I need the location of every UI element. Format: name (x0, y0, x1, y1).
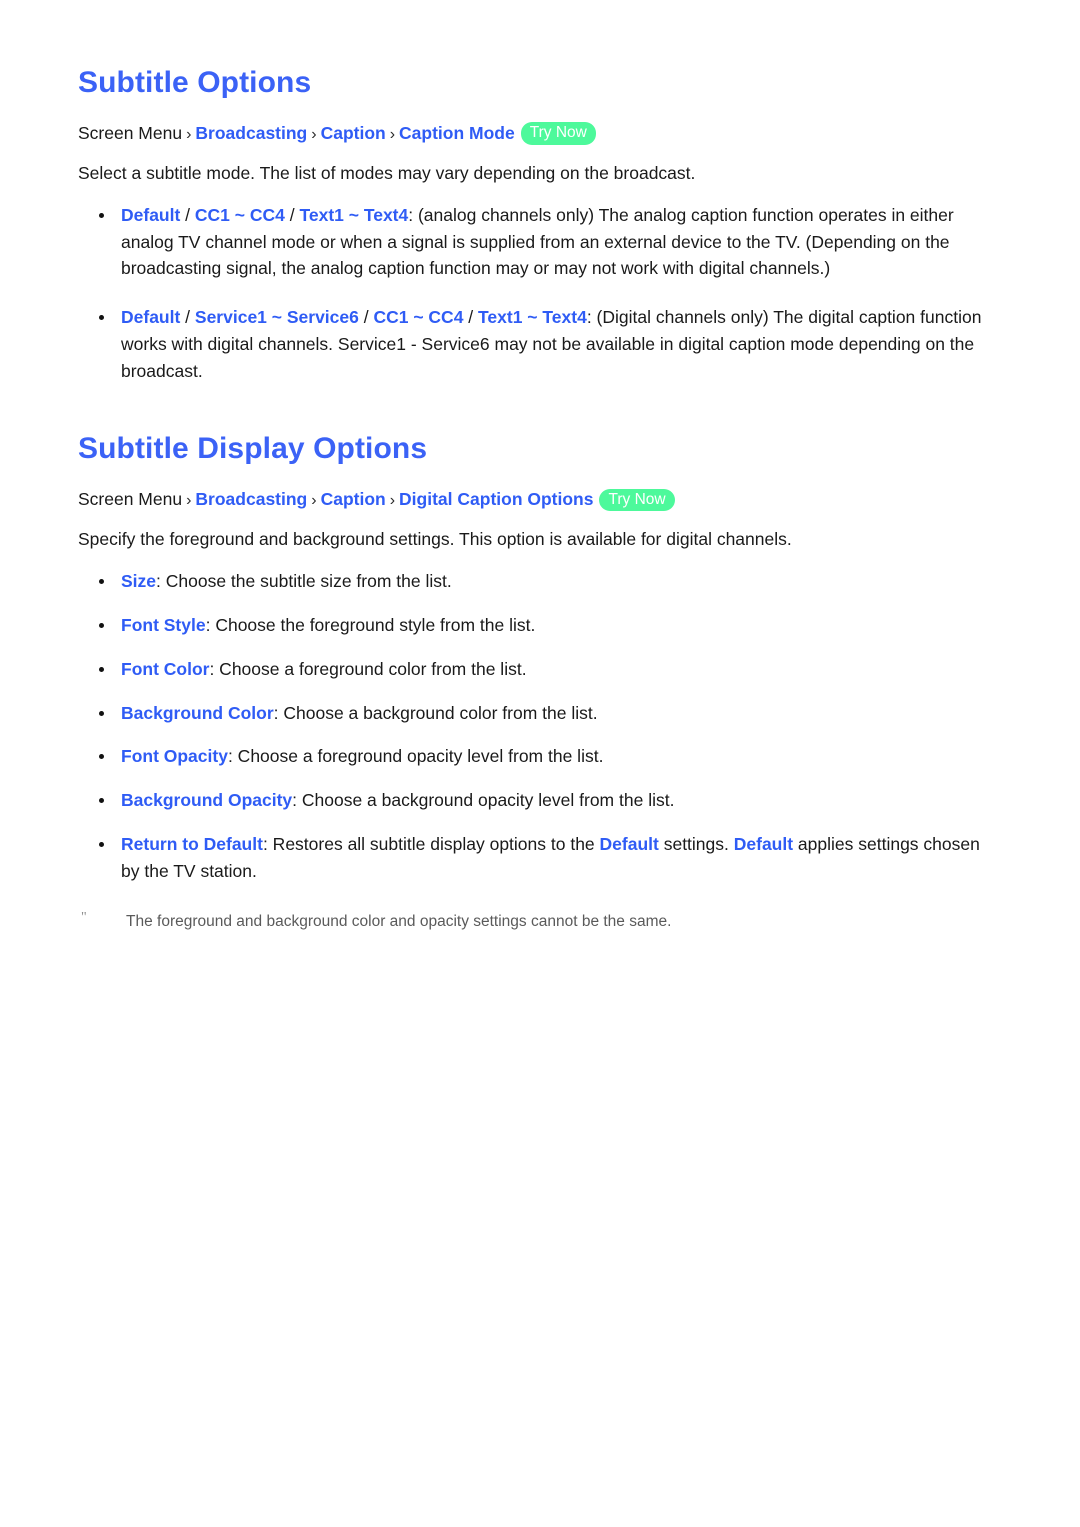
page-title-subtitle-display-options: Subtitle Display Options (78, 432, 428, 466)
breadcrumb-item-caption-mode[interactable]: Caption Mode (399, 123, 515, 143)
term-font-opacity: Font Opacity (121, 746, 228, 767)
section-intro-text: Specify the foreground and background se… (78, 529, 792, 550)
caption-mode-list: Default / CC1 ~ CC4 / Text1 ~ Text4: (an… (78, 202, 1002, 385)
footnote: " The foreground and background color and… (78, 910, 1002, 933)
breadcrumb-item-caption[interactable]: Caption (321, 489, 386, 509)
term-default: Default (121, 307, 181, 328)
list-item-body: : Choose a background opacity level from… (292, 790, 675, 811)
breadcrumb-digital-caption-options: Screen Menu › Broadcasting › Caption › Digital… (78, 488, 1002, 512)
page-title-subtitle-options: Subtitle Options (78, 66, 312, 99)
breadcrumb-root: Screen Menu (78, 123, 183, 143)
term-cc-range: CC1 ~ CC4 (373, 307, 464, 328)
section-subtitle-display-options: Subtitle Display Options Screen Menu › Bro… (78, 384, 1002, 933)
breadcrumb-item-digital-caption-options[interactable]: Digital Caption Options (399, 489, 593, 509)
term-separator: / (180, 204, 195, 225)
list-item-body-part-1: : Restores all subtitle display options … (262, 833, 600, 854)
document-page: Subtitle Options Screen Menu › Broadcastin… (0, 0, 1080, 1527)
term-return-to-default: Return to Default (121, 833, 263, 854)
term-separator: / (284, 204, 300, 225)
term-background-color: Background Color (121, 702, 274, 723)
breadcrumb-separator-icon: › (389, 126, 396, 143)
breadcrumb-item-broadcasting[interactable]: Broadcasting (195, 123, 307, 143)
term-separator: / (358, 307, 374, 328)
footnote-text: The foreground and background color and … (126, 913, 672, 931)
breadcrumb-separator-icon: › (389, 492, 396, 510)
breadcrumb-root: Screen Menu (78, 489, 183, 510)
list-item-font-opacity: Font Opacity: Choose a foreground opacit… (78, 743, 1002, 770)
section-intro-text: Select a subtitle mode. The list of mode… (78, 162, 696, 183)
breadcrumb-separator-icon: › (311, 492, 317, 510)
term-default: Default (121, 204, 181, 225)
list-item-body: : Choose the subtitle size from the list… (156, 571, 452, 592)
list-item-return-to-default: Return to Default: Restores all subtitle… (78, 831, 1002, 885)
term-text-range: Text1 ~ Text4 (299, 204, 409, 225)
breadcrumb-item-broadcasting[interactable]: Broadcasting (195, 489, 307, 509)
list-item-font-color: Font Color: Choose a foreground color fr… (78, 656, 1002, 683)
list-item: Default / CC1 ~ CC4 / Text1 ~ Text4: (an… (78, 202, 1002, 282)
list-item-background-opacity: Background Opacity: Choose a background … (78, 787, 1002, 814)
term-font-color: Font Color (121, 658, 210, 679)
breadcrumb-separator-icon: › (186, 126, 192, 143)
breadcrumb-item-caption[interactable]: Caption (321, 123, 386, 143)
list-item-body: : Choose the foreground style from the l… (205, 615, 536, 636)
list-item-font-style: Font Style: Choose the foreground style … (78, 612, 1002, 639)
breadcrumb-caption-mode: Screen Menu › Broadcasting › Caption › Caption… (78, 122, 1002, 146)
term-separator: / (180, 307, 195, 328)
quote-mark-icon: " (81, 910, 87, 926)
list-item-body: : Choose a foreground color from the lis… (209, 658, 527, 679)
list-item-background-color: Background Color: Choose a background co… (78, 700, 1002, 727)
list-item: Default / Service1 ~ Service6 / CC1 ~ CC… (78, 304, 1002, 384)
term-font-style: Font Style (121, 615, 206, 636)
list-item-body: : Choose a foreground opacity level from… (227, 746, 604, 767)
breadcrumb-separator-icon: › (311, 126, 317, 143)
inline-term-default: Default (733, 833, 794, 854)
list-item-body: : Choose a background color from the lis… (273, 702, 598, 723)
try-now-badge[interactable]: Try Now (520, 122, 596, 145)
term-service-range: Service1 ~ Service6 (194, 307, 359, 328)
term-cc-range: CC1 ~ CC4 (194, 204, 285, 225)
term-size: Size (121, 571, 157, 592)
list-item-size: Size: Choose the subtitle size from the … (78, 568, 1002, 595)
breadcrumb-separator-icon: › (186, 492, 192, 510)
list-item-body-part-2: settings. (658, 833, 734, 854)
try-now-badge[interactable]: Try Now (599, 488, 675, 512)
term-separator: / (463, 307, 479, 328)
section-subtitle-options: Subtitle Options Screen Menu › Broadcastin… (78, 0, 1002, 384)
term-text-range: Text1 ~ Text4 (478, 307, 587, 328)
term-background-opacity: Background Opacity (121, 790, 293, 811)
display-options-list: Size: Choose the subtitle size from the … (78, 568, 1002, 884)
inline-term-default: Default (599, 833, 659, 854)
